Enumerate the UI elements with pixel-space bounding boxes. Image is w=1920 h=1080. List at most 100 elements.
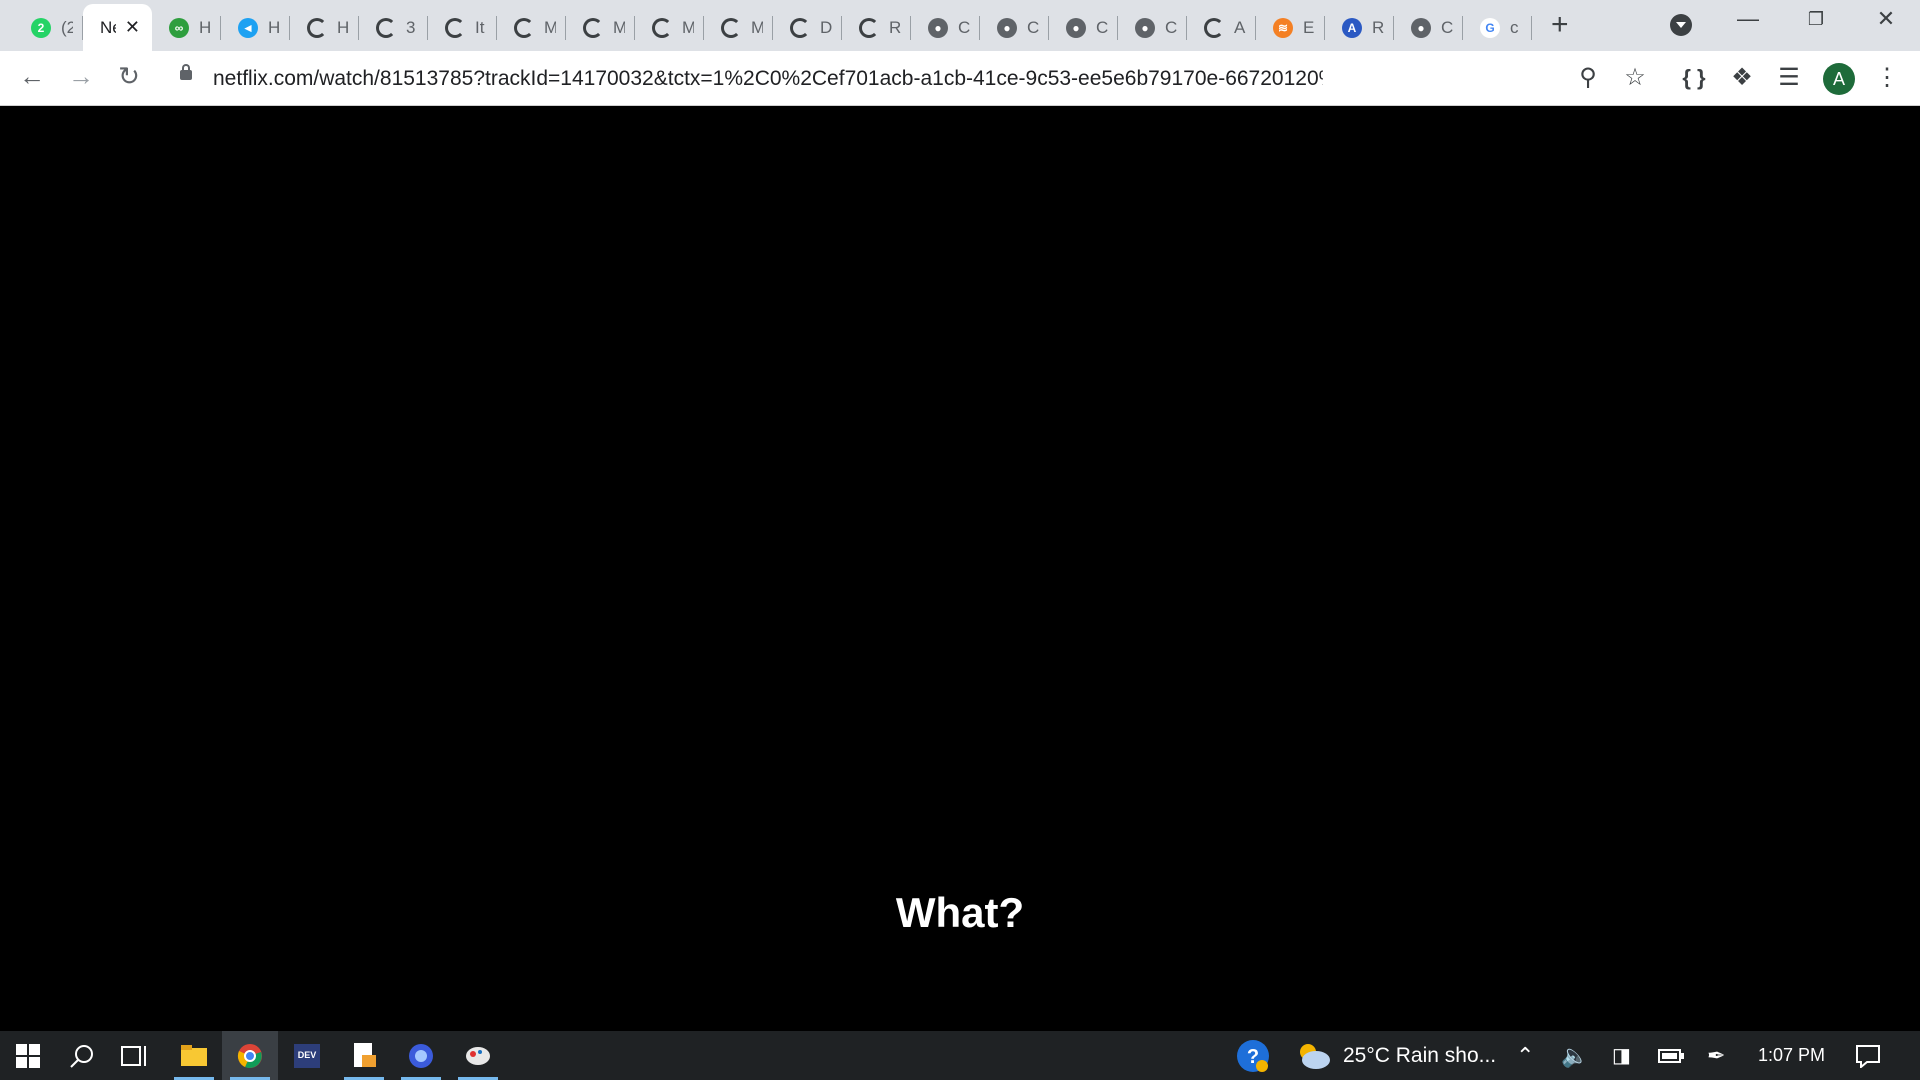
windows-logo-icon	[16, 1043, 40, 1068]
restore-icon[interactable]: ❐	[1796, 9, 1836, 30]
tab-strip: 2(2Netflix✕∞H◄HH3ItMMMMDR●C●C●C●CA≋EAR●C…	[0, 0, 1920, 51]
tab-title: 3	[406, 17, 416, 37]
browser-tab[interactable]: ◄ H	[221, 4, 290, 51]
browser-tab[interactable]: M	[497, 4, 566, 51]
browser-toolbar: ← → ↻ netflix.com/watch/81513785?trackId…	[0, 51, 1920, 106]
loading-icon	[514, 17, 534, 38]
browser-tab[interactable]: 2 (2	[14, 4, 83, 51]
browser-tab[interactable]: 3	[359, 4, 428, 51]
address-bar[interactable]: netflix.com/watch/81513785?trackId=14170…	[162, 56, 1632, 100]
globe-icon: ●	[1411, 17, 1431, 38]
zoom-icon[interactable]: ⚲	[1570, 61, 1606, 95]
loading-icon	[445, 17, 465, 38]
svg-text:DEV: DEV	[298, 1050, 317, 1060]
forward-icon[interactable]: →	[63, 61, 99, 91]
close-tab-icon[interactable]: ✕	[125, 17, 140, 38]
tab-title: A	[1234, 17, 1246, 37]
loading-icon	[652, 17, 672, 38]
clock-time[interactable]: 1:07 PM	[1758, 1031, 1825, 1080]
weather-icon[interactable]	[1296, 1031, 1332, 1080]
new-tab-icon[interactable]: +	[1551, 10, 1569, 40]
pen-icon[interactable]: ✒	[1707, 1031, 1725, 1080]
task-view-icon[interactable]	[107, 1031, 163, 1080]
tab-title: M	[613, 17, 625, 37]
volume-icon[interactable]: 🔈	[1561, 1031, 1588, 1080]
search-icon[interactable]	[54, 1031, 110, 1080]
media-app-icon[interactable]	[393, 1031, 449, 1080]
r-icon: A	[1342, 17, 1362, 38]
tab-title: C	[1096, 17, 1108, 37]
browser-tab[interactable]: ● C	[1118, 4, 1187, 51]
browser-tab[interactable]: ● C	[980, 4, 1049, 51]
tab-title: It	[475, 17, 485, 37]
browser-tab[interactable]: D	[773, 4, 842, 51]
loading-icon	[721, 17, 741, 38]
battery-icon[interactable]	[1658, 1031, 1684, 1080]
start-button[interactable]	[0, 1031, 56, 1080]
minimize-icon[interactable]: —	[1728, 6, 1768, 32]
subtitle-text: What?	[895, 889, 1025, 936]
paint-app-icon[interactable]	[450, 1031, 506, 1080]
browser-tab[interactable]: It	[428, 4, 497, 51]
document-editor-icon[interactable]	[336, 1031, 392, 1080]
chrome-taskbar-icon[interactable]	[222, 1031, 278, 1080]
profile-avatar[interactable]: A	[1823, 63, 1855, 95]
file-explorer-icon[interactable]	[166, 1031, 222, 1080]
infinity-icon: ∞	[169, 17, 189, 38]
tab-title: E	[1303, 17, 1315, 37]
tab-title: H	[337, 17, 349, 37]
back-icon[interactable]: ←	[14, 61, 50, 91]
browser-tab[interactable]: M	[566, 4, 635, 51]
notifications-icon[interactable]	[1855, 1031, 1881, 1080]
help-icon[interactable]: ?	[1236, 1031, 1270, 1080]
browser-tab[interactable]: A	[1187, 4, 1256, 51]
browser-tab[interactable]: H	[290, 4, 359, 51]
url-text[interactable]: netflix.com/watch/81513785?trackId=14170…	[213, 67, 1323, 91]
tab-title: C	[1165, 17, 1177, 37]
tab-title: c	[1510, 17, 1519, 37]
browser-tab[interactable]: ● C	[1394, 4, 1463, 51]
browser-tab[interactable]: ≋ E	[1256, 4, 1325, 51]
browser-tab[interactable]: Gc	[1463, 4, 1532, 51]
loading-icon	[859, 17, 879, 38]
extensions-puzzle-icon[interactable]: ❖	[1724, 61, 1760, 95]
browser-tab[interactable]: ● C	[1049, 4, 1118, 51]
network-icon[interactable]: ◨	[1612, 1031, 1631, 1080]
tab-title: C	[1027, 17, 1039, 37]
close-window-icon[interactable]: ✕	[1866, 6, 1906, 32]
json-extension-icon[interactable]: { }	[1676, 61, 1712, 95]
browser-tab[interactable]: AR	[1325, 4, 1394, 51]
tab-search-icon[interactable]	[1670, 14, 1692, 36]
browser-tab[interactable]: R	[842, 4, 911, 51]
tab-title: (2	[61, 17, 73, 37]
menu-dots-icon[interactable]: ⋮	[1869, 61, 1905, 95]
tray-overflow-icon[interactable]: ⌃	[1516, 1031, 1534, 1080]
fish-icon: ◄	[238, 17, 258, 38]
browser-tab[interactable]: ● C	[911, 4, 980, 51]
tab-title: R	[1372, 17, 1384, 37]
browser-tab[interactable]: Netflix ✕	[83, 4, 152, 51]
weather-text[interactable]: 25°C Rain sho...	[1343, 1031, 1496, 1080]
lock-icon[interactable]	[180, 64, 192, 80]
dev-app-icon[interactable]: DEV	[279, 1031, 335, 1080]
browser-tab[interactable]: ∞ H	[152, 4, 221, 51]
bookmark-star-icon[interactable]: ☆	[1617, 61, 1653, 95]
tab-title: M	[751, 17, 763, 37]
reload-icon[interactable]: ↻	[111, 61, 147, 91]
loading-icon	[1204, 17, 1224, 38]
tab-title: C	[958, 17, 970, 37]
tab-title: M	[544, 17, 556, 37]
browser-tab[interactable]: M	[635, 4, 704, 51]
media-queue-icon[interactable]: ☰	[1771, 61, 1807, 95]
globe-icon: ●	[1066, 17, 1086, 38]
stackoverflow-icon: ≋	[1273, 17, 1293, 38]
whatsapp-icon: 2	[31, 17, 51, 38]
tab-title: D	[820, 17, 832, 37]
tab-separator	[1531, 16, 1532, 40]
tab-title: C	[1441, 17, 1453, 37]
browser-tab[interactable]: M	[704, 4, 773, 51]
video-player[interactable]: What?	[0, 107, 1920, 1031]
globe-icon: ●	[928, 17, 948, 38]
tab-title: H	[199, 17, 211, 37]
tab-title: H	[268, 17, 280, 37]
